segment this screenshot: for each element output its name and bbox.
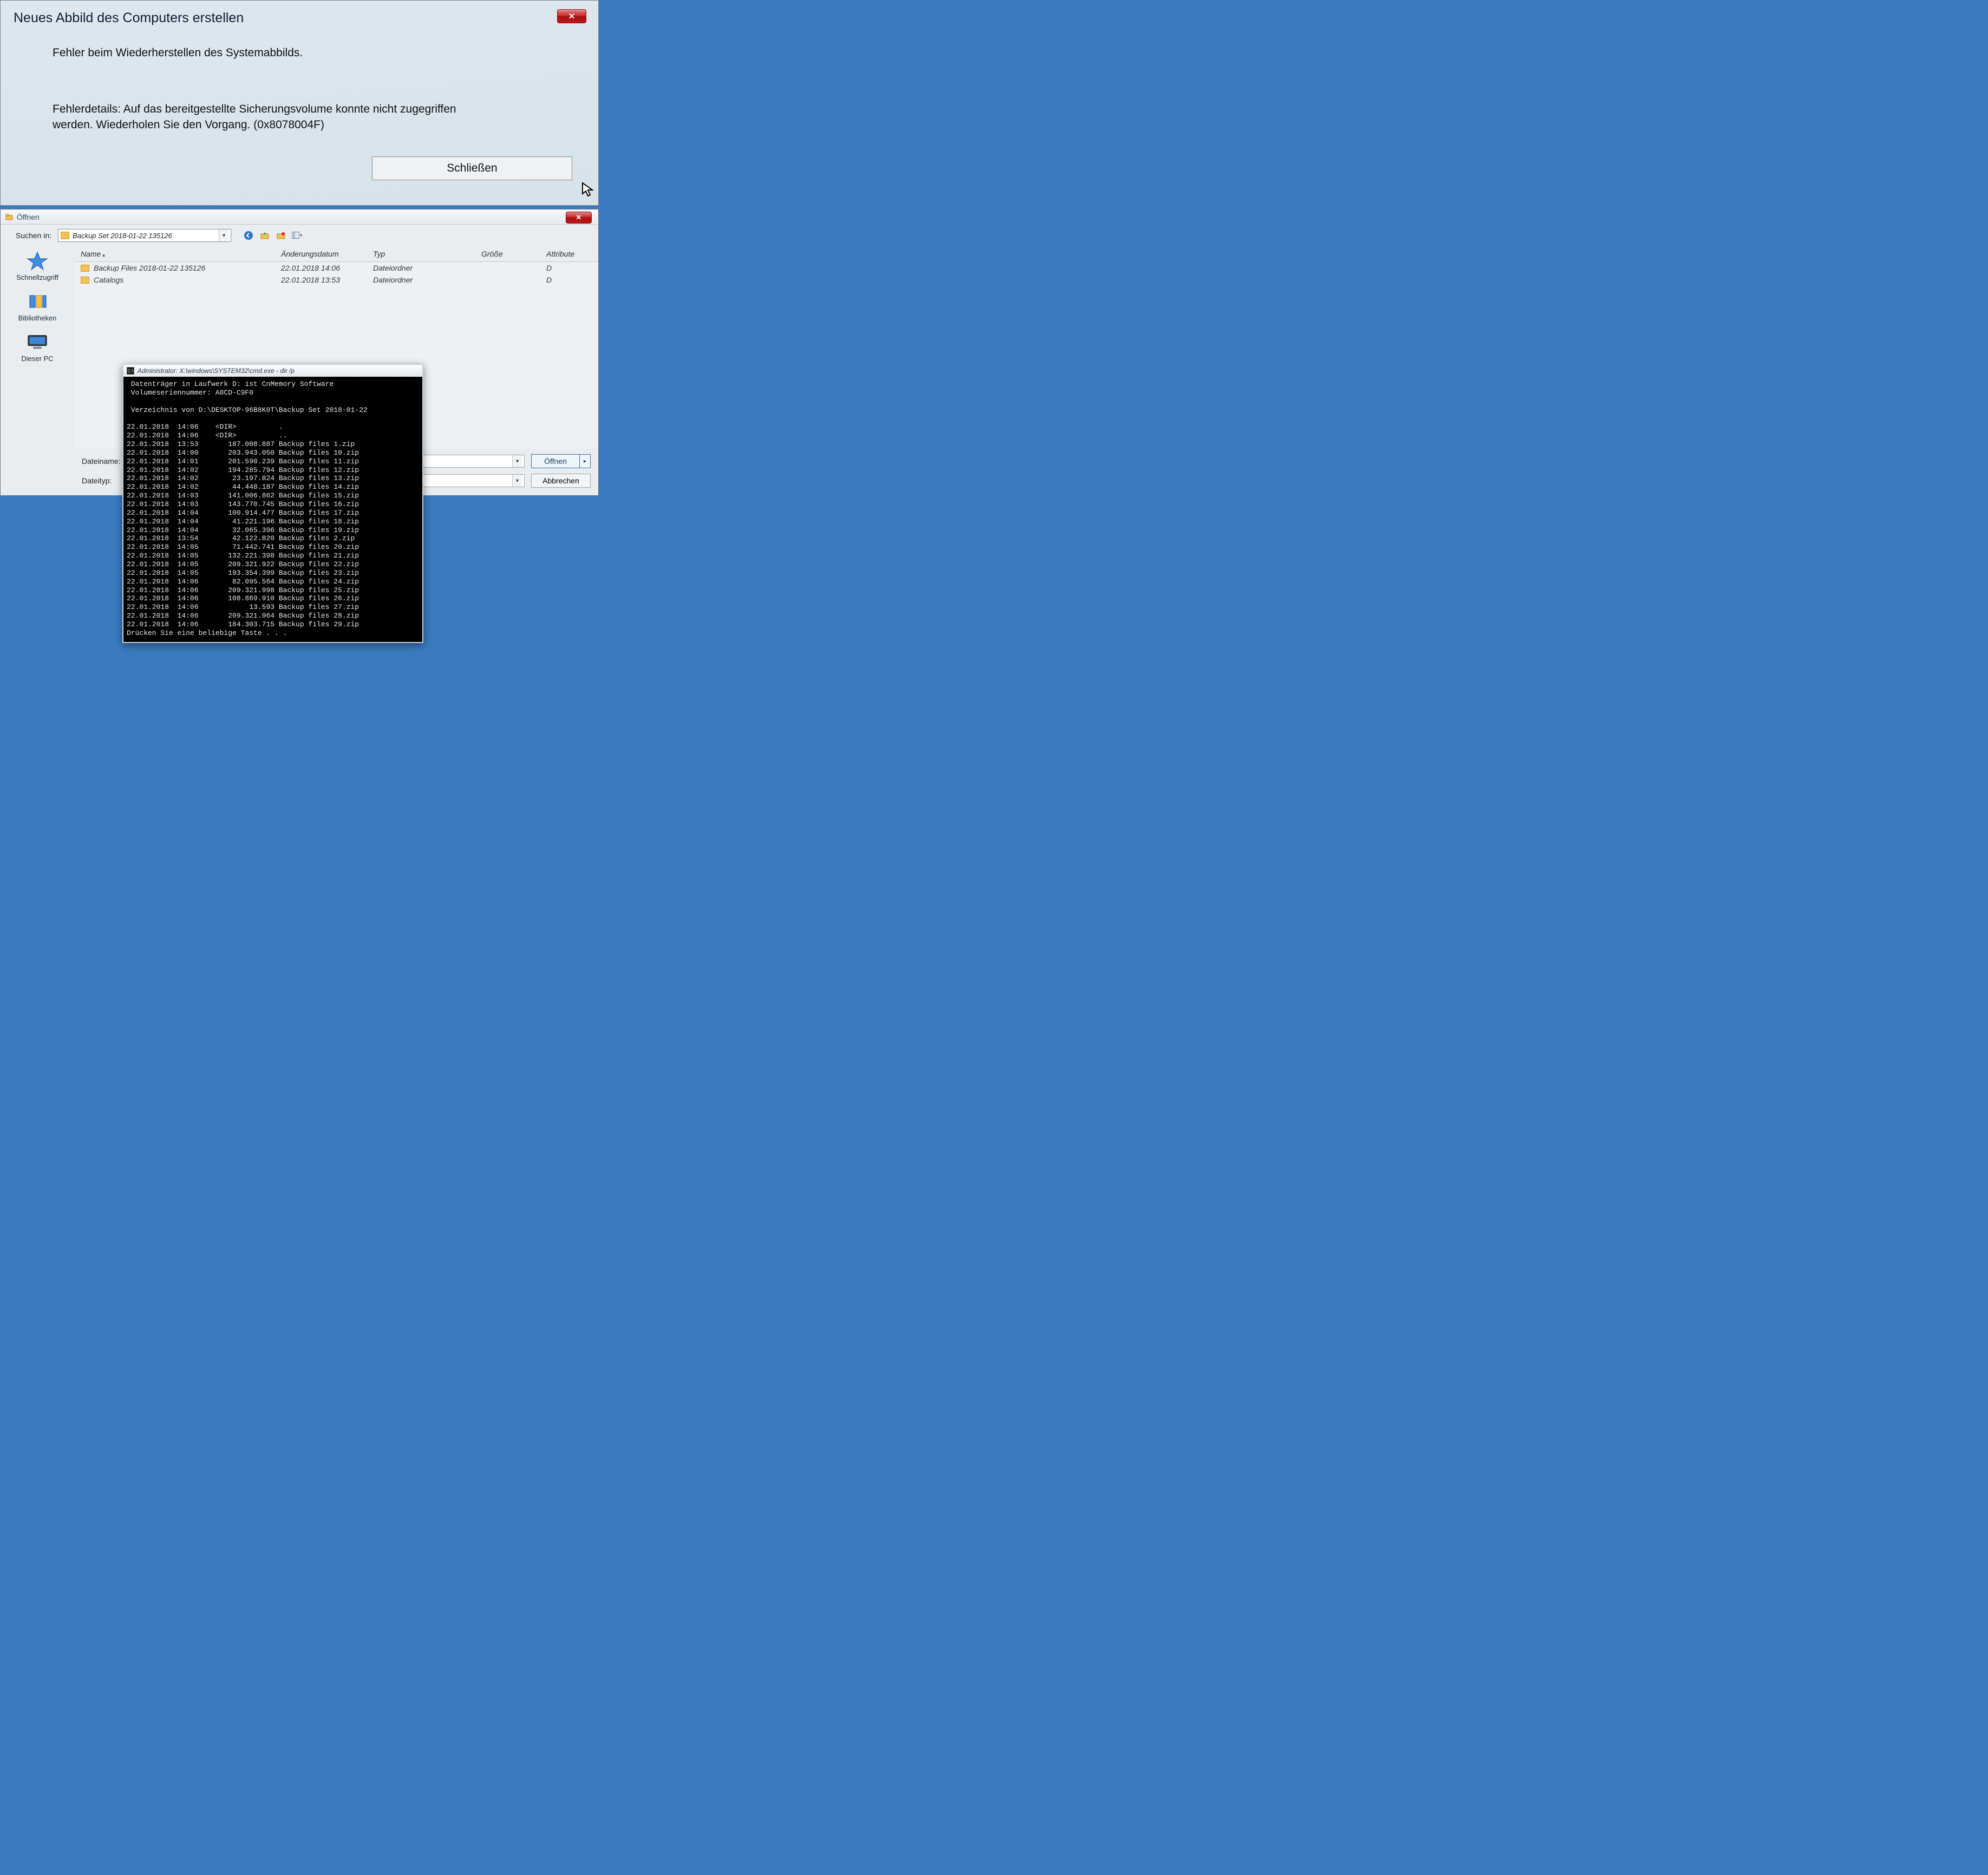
- col-size[interactable]: Größe: [475, 246, 540, 262]
- cancel-button[interactable]: Abbrechen: [531, 474, 591, 488]
- open-button-label[interactable]: Öffnen: [532, 455, 579, 468]
- location-text: Backup Set 2018-01-22 135126: [73, 232, 219, 240]
- dialog-title: Neues Abbild des Computers erstellen: [14, 10, 585, 26]
- open-dialog-icon: [5, 213, 14, 221]
- dialog-actions: Schließen: [14, 156, 585, 180]
- open-button[interactable]: Öffnen ▸: [531, 454, 591, 468]
- cmd-window: C:\ Administrator: X:\windows\SYSTEM32\c…: [122, 364, 423, 643]
- new-folder-icon[interactable]: [276, 230, 286, 241]
- chevron-down-icon[interactable]: ▾: [512, 475, 522, 487]
- chevron-down-icon[interactable]: ▾: [512, 455, 522, 467]
- cmd-icon: C:\: [127, 367, 134, 375]
- place-label: Dieser PC: [21, 355, 53, 363]
- dialog-body: Fehler beim Wiederherstellen des Systema…: [14, 45, 585, 133]
- computer-icon: [26, 332, 49, 352]
- up-one-level-icon[interactable]: [259, 230, 270, 241]
- mouse-cursor-icon: [581, 182, 595, 202]
- table-row[interactable]: Backup Files 2018-01-22 13512622.01.2018…: [74, 262, 598, 274]
- filetype-label: Dateityp:: [82, 476, 125, 485]
- view-menu-icon[interactable]: [292, 230, 303, 241]
- folder-icon: [81, 265, 89, 272]
- place-this-pc[interactable]: Dieser PC: [21, 332, 53, 363]
- col-attributes[interactable]: Attribute: [540, 246, 598, 262]
- place-quick-access[interactable]: Schnellzugriff: [16, 251, 58, 281]
- col-type[interactable]: Typ: [367, 246, 475, 262]
- location-dropdown[interactable]: Backup Set 2018-01-22 135126 ▾: [58, 229, 231, 242]
- open-dialog-title: Öffnen: [17, 213, 40, 221]
- libraries-icon: [26, 291, 49, 312]
- place-label: Bibliotheken: [18, 314, 57, 322]
- cmd-title: Administrator: X:\windows\SYSTEM32\cmd.e…: [138, 367, 295, 375]
- open-dialog-close-button[interactable]: ✕: [566, 212, 592, 224]
- chevron-down-icon[interactable]: ▾: [219, 230, 228, 241]
- cmd-output[interactable]: Datenträger in Laufwerk D: ist CnMemory …: [123, 377, 422, 642]
- open-dialog-titlebar: Öffnen: [1, 209, 598, 225]
- col-name[interactable]: Name: [74, 246, 274, 262]
- search-in-label: Suchen in:: [16, 231, 51, 240]
- places-sidebar: Schnellzugriff Bibliotheken Dieser PC: [1, 246, 74, 495]
- folder-icon: [61, 232, 69, 239]
- star-icon: [26, 251, 49, 271]
- error-message: Fehler beim Wiederherstellen des Systema…: [53, 45, 585, 61]
- folder-icon: [81, 277, 89, 284]
- cmd-titlebar[interactable]: C:\ Administrator: X:\windows\SYSTEM32\c…: [123, 365, 422, 377]
- place-label: Schnellzugriff: [16, 273, 58, 281]
- table-row[interactable]: Catalogs22.01.2018 13:53DateiordnerD: [74, 274, 598, 286]
- filename-label: Dateiname:: [82, 457, 125, 466]
- open-dialog-toolbar: Suchen in: Backup Set 2018-01-22 135126 …: [1, 225, 598, 246]
- column-headers[interactable]: Name Änderungsdatum Typ Größe Attribute: [74, 246, 598, 262]
- error-dialog: Neues Abbild des Computers erstellen ✕ F…: [0, 0, 599, 206]
- close-button[interactable]: ✕: [557, 9, 586, 23]
- open-button-dropdown[interactable]: ▸: [579, 455, 590, 468]
- place-libraries[interactable]: Bibliotheken: [18, 291, 57, 322]
- error-details: Fehlerdetails: Auf das bereitgestellte S…: [53, 102, 496, 133]
- back-icon[interactable]: [243, 230, 254, 241]
- col-modified[interactable]: Änderungsdatum: [274, 246, 367, 262]
- close-dialog-button[interactable]: Schließen: [372, 156, 572, 180]
